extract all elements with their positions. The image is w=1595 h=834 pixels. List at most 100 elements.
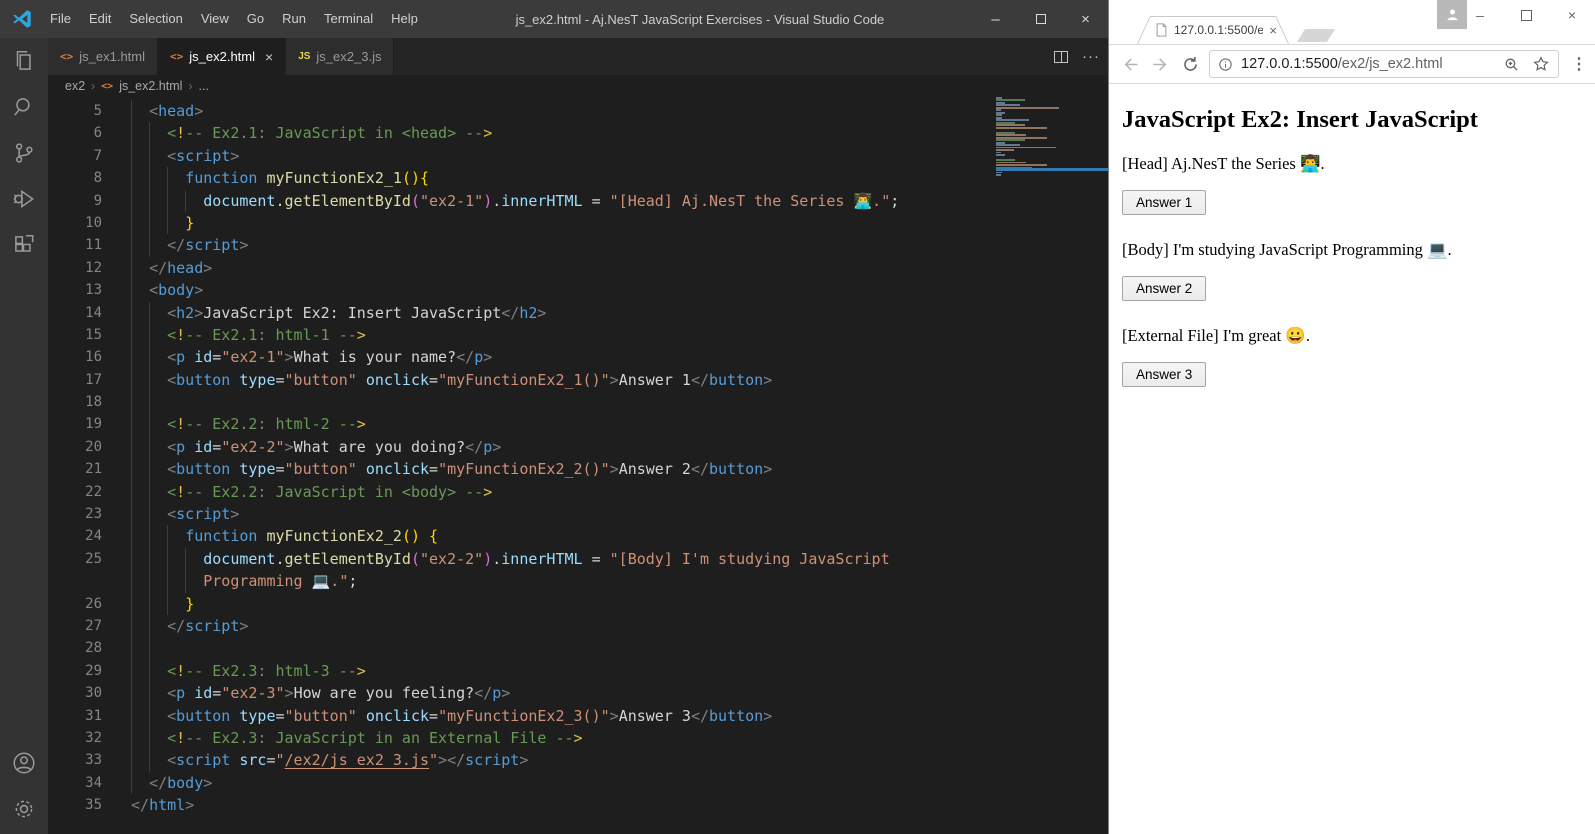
code-line: 12 </head>	[48, 257, 1108, 279]
browser-tab[interactable]: 127.0.0.1:5500/ex2/js_ex2 ×	[1137, 16, 1289, 44]
back-icon[interactable]	[1115, 49, 1145, 79]
minimap-line	[996, 174, 1001, 176]
page-icon	[1155, 23, 1168, 37]
code-line: 7 <script>	[48, 145, 1108, 167]
menu-help[interactable]: Help	[382, 0, 427, 38]
url-host: 127.0.0.1:5500	[1241, 56, 1338, 72]
minimize-button[interactable]: –	[973, 0, 1018, 38]
window-title: js_ex2.html - Aj.NesT JavaScript Exercis…	[427, 12, 973, 27]
more-actions-icon[interactable]: ···	[1082, 48, 1100, 65]
forward-icon[interactable]	[1145, 49, 1175, 79]
browser-window: 127.0.0.1:5500/ex2/js_ex2 × – × 127.0.0.…	[1108, 0, 1595, 834]
close-button[interactable]: ×	[1063, 0, 1108, 38]
menu-view[interactable]: View	[192, 0, 238, 38]
menu-terminal[interactable]: Terminal	[315, 0, 382, 38]
breadcrumb: ex2 › <> js_ex2.html › ...	[48, 75, 1108, 97]
answer-text-3: [External File] I'm great 😀.	[1122, 326, 1585, 346]
browser-titlebar: 127.0.0.1:5500/ex2/js_ex2 × – ×	[1109, 0, 1595, 44]
code-lines: 5 <head>6 <!-- Ex2.1: JavaScript in <hea…	[48, 100, 1108, 817]
minimap[interactable]	[996, 97, 1092, 177]
browser-page: JavaScript Ex2: Insert JavaScript [Head]…	[1109, 85, 1595, 834]
code-line: 5 <head>	[48, 100, 1108, 122]
minimap-slider[interactable]	[996, 168, 1108, 171]
code-line: 23 <script>	[48, 503, 1108, 525]
maximize-button[interactable]	[1018, 0, 1063, 38]
code-line: 9 document.getElementById("ex2-1").inner…	[48, 190, 1108, 212]
run-debug-icon[interactable]	[0, 176, 48, 222]
html-file-icon: <>	[101, 81, 113, 92]
tab-label: js_ex2_3.js	[316, 49, 381, 64]
accounts-icon[interactable]	[0, 740, 48, 786]
code-line: 18	[48, 391, 1108, 413]
minimap-lines	[996, 97, 1092, 176]
breadcrumb-folder[interactable]: ex2	[65, 79, 85, 93]
explorer-icon[interactable]	[0, 38, 48, 84]
code-line: 33 <script src="/ex2/js_ex2_3.js"></scri…	[48, 749, 1108, 771]
reload-icon[interactable]	[1175, 49, 1205, 79]
tab-close-icon[interactable]: ×	[1269, 23, 1277, 38]
editor-tabs: <> js_ex1.html <> js_ex2.html × JS js_ex…	[48, 38, 1108, 75]
address-bar[interactable]: 127.0.0.1:5500/ex2/js_ex2.html	[1209, 50, 1559, 78]
code-line: 17 <button type="button" onclick="myFunc…	[48, 369, 1108, 391]
html-file-icon: <>	[60, 50, 73, 63]
new-tab-button[interactable]	[1297, 29, 1335, 42]
menu-go[interactable]: Go	[238, 0, 273, 38]
answer-text-1: [Head] Aj.NesT the Series 👨‍💻.	[1122, 154, 1585, 174]
url-text: 127.0.0.1:5500/ex2/js_ex2.html	[1241, 56, 1503, 72]
code-line: 26 }	[48, 593, 1108, 615]
code-line: 30 <p id="ex2-3">How are you feeling?</p…	[48, 682, 1108, 704]
menu-file[interactable]: File	[41, 0, 80, 38]
answer-text-2: [Body] I'm studying JavaScript Programmi…	[1122, 240, 1585, 260]
close-button[interactable]: ×	[1549, 0, 1595, 30]
code-line: 21 <button type="button" onclick="myFunc…	[48, 458, 1108, 480]
menu-run[interactable]: Run	[273, 0, 315, 38]
html-file-icon: <>	[170, 50, 183, 63]
code-line: 11 </script>	[48, 234, 1108, 256]
bookmark-star-icon[interactable]	[1532, 55, 1550, 73]
source-control-icon[interactable]	[0, 130, 48, 176]
code-line: 14 <h2>JavaScript Ex2: Insert JavaScript…	[48, 302, 1108, 324]
page-heading: JavaScript Ex2: Insert JavaScript	[1122, 106, 1585, 134]
browser-menu-icon[interactable]: ⋮	[1567, 49, 1591, 79]
vscode-titlebar: File Edit Selection View Go Run Terminal…	[0, 0, 1108, 38]
code-line: 20 <p id="ex2-2">What are you doing?</p>	[48, 436, 1108, 458]
answer-1-button[interactable]: Answer 1	[1122, 190, 1206, 215]
minimize-button[interactable]: –	[1457, 0, 1503, 30]
minimap-line	[996, 107, 1059, 109]
code-line: 28	[48, 637, 1108, 659]
minimap-line	[996, 154, 1005, 156]
settings-gear-icon[interactable]	[0, 786, 48, 832]
tab-js-ex2-html[interactable]: <> js_ex2.html ×	[158, 38, 286, 75]
code-line: 8 function myFunctionEx2_1(){	[48, 167, 1108, 189]
breadcrumb-separator: ›	[91, 79, 95, 93]
browser-navbar: 127.0.0.1:5500/ex2/js_ex2.html ⋮	[1109, 44, 1595, 84]
zoom-icon[interactable]	[1503, 56, 1520, 73]
code-line: 19 <!-- Ex2.2: html-2 -->	[48, 413, 1108, 435]
activity-bar	[0, 38, 48, 834]
breadcrumb-more[interactable]: ...	[198, 79, 208, 93]
menu-selection[interactable]: Selection	[120, 0, 191, 38]
code-line: 25 document.getElementById("ex2-2").inne…	[48, 548, 1108, 570]
tab-label: js_ex2.html	[189, 49, 255, 64]
menu-edit[interactable]: Edit	[80, 0, 120, 38]
code-editor[interactable]: 5 <head>6 <!-- Ex2.1: JavaScript in <hea…	[48, 97, 1108, 834]
tab-close-icon[interactable]: ×	[265, 49, 273, 65]
code-line: 32 <!-- Ex2.3: JavaScript in an External…	[48, 727, 1108, 749]
search-icon[interactable]	[0, 84, 48, 130]
code-line: 22 <!-- Ex2.2: JavaScript in <body> -->	[48, 481, 1108, 503]
tab-label: js_ex1.html	[79, 49, 145, 64]
answer-3-button[interactable]: Answer 3	[1122, 362, 1206, 387]
code-line: 15 <!-- Ex2.1: html-1 -->	[48, 324, 1108, 346]
code-line: 13 <body>	[48, 279, 1108, 301]
breadcrumb-file[interactable]: js_ex2.html	[119, 79, 182, 93]
answer-2-button[interactable]: Answer 2	[1122, 276, 1206, 301]
maximize-icon	[1036, 14, 1046, 24]
code-line: 16 <p id="ex2-1">What is your name?</p>	[48, 346, 1108, 368]
info-icon[interactable]	[1218, 57, 1233, 72]
maximize-button[interactable]	[1503, 0, 1549, 30]
split-editor-icon[interactable]	[1054, 51, 1068, 63]
tab-js-ex2-3-js[interactable]: JS js_ex2_3.js	[286, 38, 394, 75]
extensions-icon[interactable]	[0, 222, 48, 268]
tab-js-ex1-html[interactable]: <> js_ex1.html	[48, 38, 158, 75]
code-line: 10 }	[48, 212, 1108, 234]
